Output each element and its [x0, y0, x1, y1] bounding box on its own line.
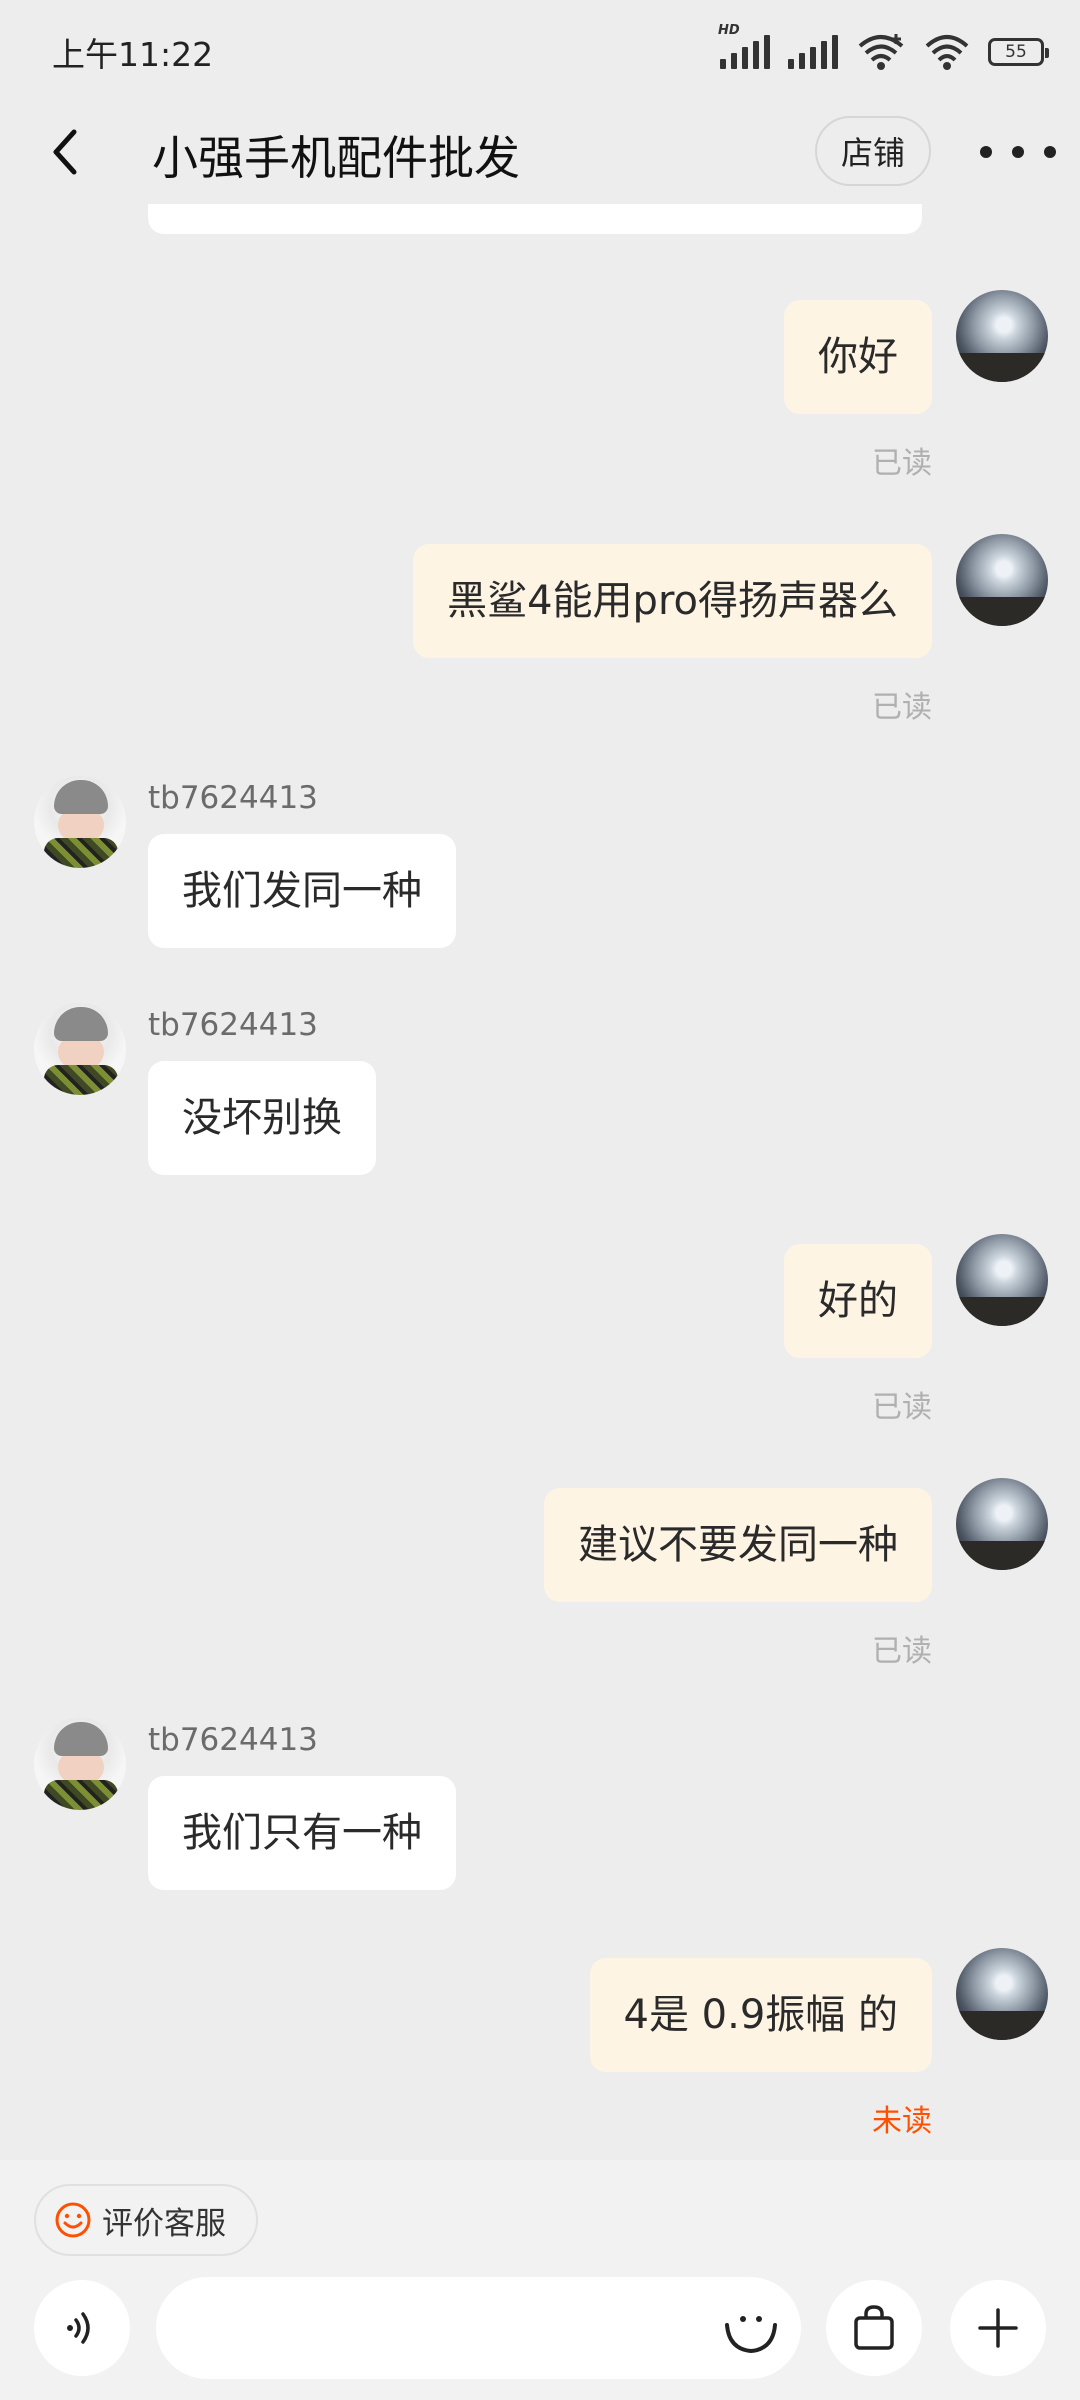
- rate-service-label: 评价客服: [102, 2205, 226, 2242]
- message-bubble[interactable]: 建议不要发同一种: [544, 1488, 932, 1602]
- read-status: 已读: [872, 446, 932, 481]
- message-bubble[interactable]: 没坏别换: [148, 1061, 376, 1175]
- self-avatar[interactable]: [956, 290, 1048, 382]
- shopping-bag-icon: [854, 2305, 894, 2350]
- battery-level: 55: [1005, 42, 1027, 62]
- sender-name: tb7624413: [148, 780, 318, 816]
- more-dots-icon: [980, 146, 992, 158]
- chat-area[interactable]: 你好 已读 黑鲨4能用pro得扬声器么 已读 tb7624413 我们发同一种 …: [0, 204, 1080, 2160]
- status-bar: 上午11:22 HD 55: [0, 0, 1080, 100]
- message-input[interactable]: [186, 2297, 710, 2361]
- back-button[interactable]: [36, 120, 100, 184]
- voice-button[interactable]: [34, 2280, 130, 2376]
- seller-avatar[interactable]: [34, 1003, 126, 1095]
- message-bubble[interactable]: 你好: [784, 300, 932, 414]
- message-bubble[interactable]: 我们发同一种: [148, 834, 456, 948]
- message-bubble[interactable]: 好的: [784, 1244, 932, 1358]
- plus-icon: [978, 2308, 1018, 2348]
- sender-name: tb7624413: [148, 1007, 318, 1043]
- smile-icon: [55, 2202, 91, 2238]
- partial-card: [148, 204, 922, 234]
- read-status: 已读: [872, 690, 932, 725]
- unread-status: 未读: [872, 2104, 932, 2139]
- seller-avatar[interactable]: [34, 1718, 126, 1810]
- more-button[interactable]: [980, 128, 1056, 176]
- wifi-icon: [925, 35, 969, 70]
- product-button[interactable]: [826, 2280, 922, 2376]
- battery-icon: 55: [988, 38, 1049, 66]
- self-avatar[interactable]: [956, 534, 1048, 626]
- back-arrow-icon: [53, 129, 77, 175]
- cellular-signal-1-icon: HD: [718, 23, 770, 69]
- hd-badge: HD: [718, 23, 740, 38]
- voice-icon: [67, 2312, 90, 2344]
- message-bubble[interactable]: 4是 0.9振幅 的: [589, 1958, 932, 2072]
- read-status: 已读: [872, 1390, 932, 1425]
- rate-service-button[interactable]: 评价客服: [34, 2184, 258, 2256]
- self-avatar[interactable]: [956, 1948, 1048, 2040]
- message-bubble[interactable]: 黑鲨4能用pro得扬声器么: [413, 544, 932, 658]
- cellular-signal-2-icon: [788, 35, 838, 69]
- chat-header: 小强手机配件批发 店铺: [0, 100, 1080, 204]
- seller-avatar[interactable]: [34, 776, 126, 868]
- message-bubble[interactable]: 我们只有一种: [148, 1776, 456, 1890]
- wifi-plus-icon: [858, 34, 904, 70]
- shop-button[interactable]: 店铺: [815, 116, 931, 186]
- read-status: 已读: [872, 1634, 932, 1669]
- bottom-bar: 评价客服: [0, 2160, 1080, 2400]
- status-time: 上午11:22: [52, 35, 214, 74]
- more-functions-button[interactable]: [950, 2280, 1046, 2376]
- emoji-icon: [725, 2316, 777, 2354]
- sender-name: tb7624413: [148, 1722, 318, 1758]
- message-input-box[interactable]: [156, 2277, 801, 2379]
- emoji-button[interactable]: [721, 2297, 781, 2357]
- self-avatar[interactable]: [956, 1478, 1048, 1570]
- status-icons: HD 55: [718, 23, 1049, 76]
- chat-title: 小强手机配件批发: [152, 131, 520, 185]
- self-avatar[interactable]: [956, 1234, 1048, 1326]
